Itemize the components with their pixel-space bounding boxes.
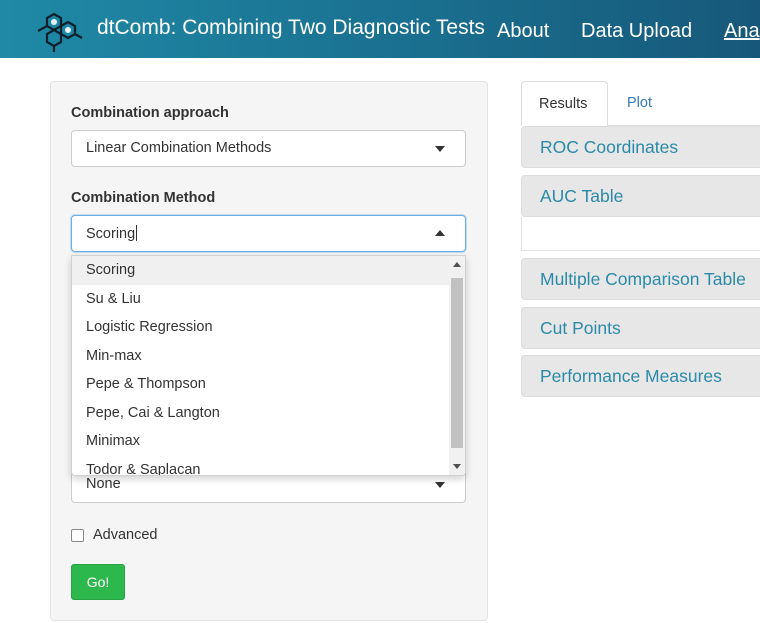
app-title[interactable]: dtComb: Combining Two Diagnostic Tests <box>97 16 485 40</box>
option-su-liu[interactable]: Su & Liu <box>72 285 450 314</box>
option-pepe-thompson[interactable]: Pepe & Thompson <box>72 370 450 399</box>
advanced-checkbox[interactable] <box>71 529 84 542</box>
secondary-select-value: None <box>86 476 121 492</box>
panel-cut-points-title[interactable]: Cut Points <box>540 318 621 339</box>
option-todor-saplacan[interactable]: Todor & Saplacan <box>72 456 450 476</box>
tab-results[interactable]: Results <box>521 81 608 126</box>
advanced-label: Advanced <box>93 527 158 543</box>
text-cursor <box>136 225 138 241</box>
combination-method-label: Combination Method <box>71 190 216 206</box>
dropdown-scrollbar[interactable] <box>449 256 465 475</box>
combination-method-select[interactable]: Scoring <box>71 215 466 252</box>
combination-approach-value: Linear Combination Methods <box>86 140 272 156</box>
option-scoring[interactable]: Scoring <box>72 256 450 285</box>
panel-auc-table[interactable]: AUC Table <box>521 175 760 217</box>
auc-table-body <box>521 217 760 251</box>
chevron-up-icon <box>435 230 445 236</box>
option-minimax[interactable]: Minimax <box>72 427 450 456</box>
combination-method-value: Scoring <box>86 226 136 242</box>
go-button[interactable]: Go! <box>71 564 125 600</box>
nav-analysis[interactable]: Ana <box>724 20 760 43</box>
scroll-down-arrow-icon[interactable] <box>453 464 461 469</box>
option-min-max[interactable]: Min-max <box>72 342 450 371</box>
option-logistic-regression[interactable]: Logistic Regression <box>72 313 450 342</box>
panel-cut-points[interactable]: Cut Points <box>521 307 760 349</box>
chevron-down-icon <box>435 146 445 152</box>
panel-performance-measures-title[interactable]: Performance Measures <box>540 366 722 387</box>
top-navbar: dtComb: Combining Two Diagnostic Tests A… <box>0 0 760 58</box>
panel-roc-coordinates[interactable]: ROC Coordinates <box>521 126 760 168</box>
combination-approach-label: Combination approach <box>71 105 229 121</box>
panel-multiple-comparison-title[interactable]: Multiple Comparison Table <box>540 269 746 290</box>
tab-plot[interactable]: Plot <box>612 81 652 126</box>
nav-about[interactable]: About <box>497 20 549 43</box>
combination-approach-select[interactable]: Linear Combination Methods <box>71 130 466 167</box>
nav-data-upload[interactable]: Data Upload <box>581 20 692 43</box>
panel-performance-measures[interactable]: Performance Measures <box>521 355 760 397</box>
scroll-up-arrow-icon[interactable] <box>453 262 461 267</box>
combination-method-dropdown: Scoring Su & Liu Logistic Regression Min… <box>71 255 466 476</box>
panel-auc-table-title[interactable]: AUC Table <box>540 186 623 207</box>
chevron-down-icon <box>435 482 445 488</box>
scrollbar-thumb[interactable] <box>451 278 463 448</box>
option-pepe-cai-langton[interactable]: Pepe, Cai & Langton <box>72 399 450 428</box>
panel-multiple-comparison-table[interactable]: Multiple Comparison Table <box>521 258 760 300</box>
panel-roc-coordinates-title[interactable]: ROC Coordinates <box>540 137 678 158</box>
hexagon-molecule-logo-icon[interactable] <box>32 8 84 54</box>
